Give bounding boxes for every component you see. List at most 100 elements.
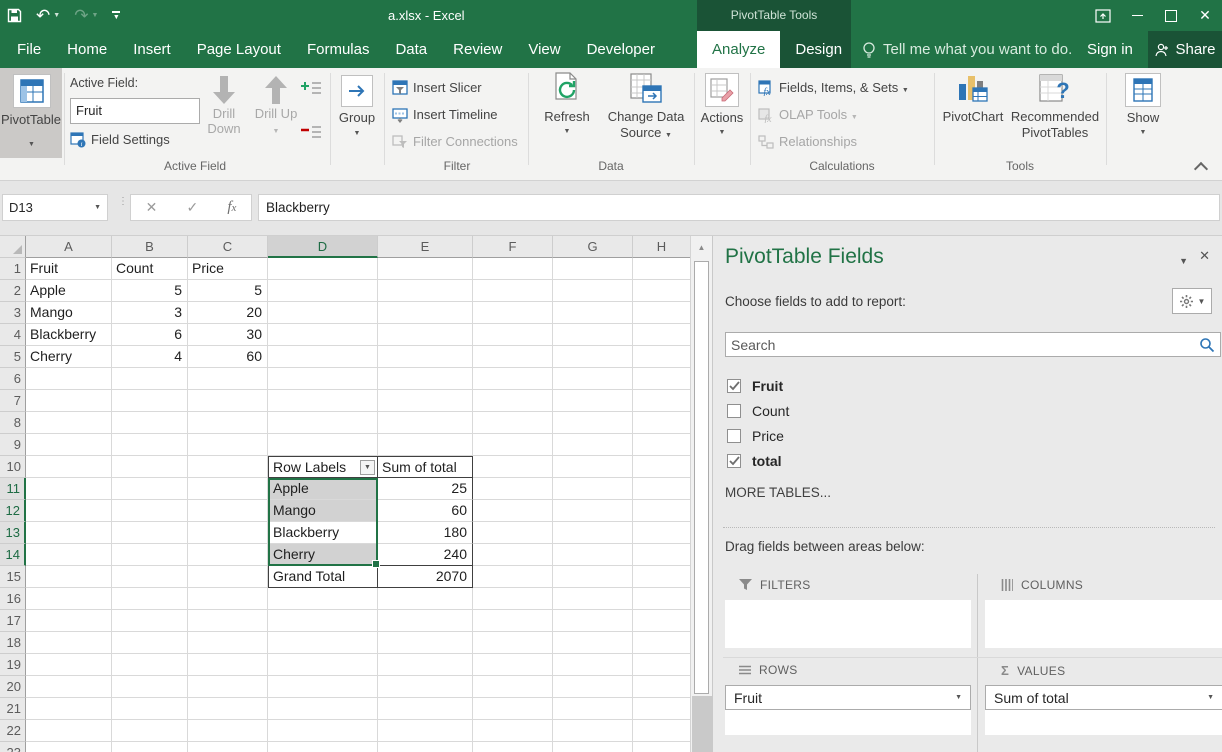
pane-options-dropdown[interactable]: ▼: [1179, 252, 1188, 267]
save-button[interactable]: [0, 0, 29, 31]
cell-D9[interactable]: [268, 434, 378, 456]
filter-connections-button[interactable]: Filter Connections: [392, 130, 518, 153]
pane-close-icon[interactable]: ✕: [1199, 248, 1210, 264]
cell-F17[interactable]: [473, 610, 553, 632]
cell-D14[interactable]: Cherry: [268, 544, 378, 566]
cell-E23[interactable]: [378, 742, 473, 752]
cell-E16[interactable]: [378, 588, 473, 610]
search-input[interactable]: Search: [725, 332, 1221, 357]
cell-H1[interactable]: [633, 258, 691, 280]
cell-B5[interactable]: 4: [112, 346, 188, 368]
cell-D11[interactable]: Apple: [268, 478, 378, 500]
cell-B10[interactable]: [112, 456, 188, 478]
cell-C23[interactable]: [188, 742, 268, 752]
cell-A11[interactable]: [26, 478, 112, 500]
cell-F4[interactable]: [473, 324, 553, 346]
cell-H14[interactable]: [633, 544, 691, 566]
cell-H19[interactable]: [633, 654, 691, 676]
row-header-19[interactable]: 19: [0, 654, 26, 676]
cell-E5[interactable]: [378, 346, 473, 368]
active-field-input[interactable]: Fruit: [70, 98, 200, 124]
collapse-ribbon-button[interactable]: [1196, 164, 1206, 174]
cell-A3[interactable]: Mango: [26, 302, 112, 324]
cell-D1[interactable]: [268, 258, 378, 280]
cell-G10[interactable]: [553, 456, 633, 478]
olap-tools-button[interactable]: fx OLAP Tools ▼: [758, 103, 858, 126]
show-button[interactable]: Show ▼: [1112, 70, 1174, 136]
row-header-21[interactable]: 21: [0, 698, 26, 720]
cell-D16[interactable]: [268, 588, 378, 610]
row-header-20[interactable]: 20: [0, 676, 26, 698]
cell-F6[interactable]: [473, 368, 553, 390]
insert-timeline-button[interactable]: Insert Timeline: [392, 103, 498, 126]
cell-E18[interactable]: [378, 632, 473, 654]
cell-D6[interactable]: [268, 368, 378, 390]
cell-C20[interactable]: [188, 676, 268, 698]
cell-F16[interactable]: [473, 588, 553, 610]
drill-down-button[interactable]: Drill Down: [200, 74, 248, 136]
actions-button[interactable]: Actions ▼: [696, 70, 748, 136]
insert-function-icon[interactable]: fx: [227, 199, 236, 216]
cell-H7[interactable]: [633, 390, 691, 412]
columns-drop-area[interactable]: [985, 600, 1222, 648]
cell-C3[interactable]: 20: [188, 302, 268, 324]
row-header-15[interactable]: 15: [0, 566, 26, 588]
insert-slicer-button[interactable]: Insert Slicer: [392, 76, 482, 99]
cell-F19[interactable]: [473, 654, 553, 676]
cell-G6[interactable]: [553, 368, 633, 390]
cell-G18[interactable]: [553, 632, 633, 654]
cell-E14[interactable]: 240: [378, 544, 473, 566]
cell-G12[interactable]: [553, 500, 633, 522]
tell-me-box[interactable]: Tell me what you want to do.: [862, 31, 1072, 68]
cell-A20[interactable]: [26, 676, 112, 698]
tab-review[interactable]: Review: [440, 31, 515, 68]
vertical-scrollbar[interactable]: ▲: [690, 236, 712, 752]
cell-G15[interactable]: [553, 566, 633, 588]
checkbox-price[interactable]: [727, 429, 741, 443]
cell-F2[interactable]: [473, 280, 553, 302]
cell-D22[interactable]: [268, 720, 378, 742]
cell-C13[interactable]: [188, 522, 268, 544]
cell-C9[interactable]: [188, 434, 268, 456]
row-header-13[interactable]: 13: [0, 522, 26, 544]
cell-B11[interactable]: [112, 478, 188, 500]
minimize-button[interactable]: [1120, 0, 1154, 31]
cell-D19[interactable]: [268, 654, 378, 676]
confirm-entry-icon[interactable]: ✓: [186, 199, 198, 216]
cell-H2[interactable]: [633, 280, 691, 302]
cell-G20[interactable]: [553, 676, 633, 698]
row-header-8[interactable]: 8: [0, 412, 26, 434]
column-header-G[interactable]: G: [553, 236, 633, 258]
cell-C8[interactable]: [188, 412, 268, 434]
cell-B13[interactable]: [112, 522, 188, 544]
cell-F15[interactable]: [473, 566, 553, 588]
cell-C5[interactable]: 60: [188, 346, 268, 368]
cell-E20[interactable]: [378, 676, 473, 698]
cell-F12[interactable]: [473, 500, 553, 522]
row-header-6[interactable]: 6: [0, 368, 26, 390]
tab-insert[interactable]: Insert: [120, 31, 184, 68]
cell-A14[interactable]: [26, 544, 112, 566]
row-header-16[interactable]: 16: [0, 588, 26, 610]
cell-B14[interactable]: [112, 544, 188, 566]
expand-field-button[interactable]: [300, 80, 322, 99]
cell-A5[interactable]: Cherry: [26, 346, 112, 368]
cancel-entry-icon[interactable]: ✕: [146, 199, 158, 216]
row-header-1[interactable]: 1: [0, 258, 26, 280]
cell-F11[interactable]: [473, 478, 553, 500]
cell-G16[interactable]: [553, 588, 633, 610]
field-item-count[interactable]: Count: [727, 401, 789, 421]
row-header-5[interactable]: 5: [0, 346, 26, 368]
row-header-12[interactable]: 12: [0, 500, 26, 522]
cell-F20[interactable]: [473, 676, 553, 698]
tab-data[interactable]: Data: [382, 31, 440, 68]
cell-A21[interactable]: [26, 698, 112, 720]
cell-H10[interactable]: [633, 456, 691, 478]
cell-E2[interactable]: [378, 280, 473, 302]
cell-D17[interactable]: [268, 610, 378, 632]
cell-H11[interactable]: [633, 478, 691, 500]
cell-A23[interactable]: [26, 742, 112, 752]
close-button[interactable]: ✕: [1188, 0, 1222, 31]
cell-H3[interactable]: [633, 302, 691, 324]
tab-analyze[interactable]: Analyze: [697, 31, 780, 68]
